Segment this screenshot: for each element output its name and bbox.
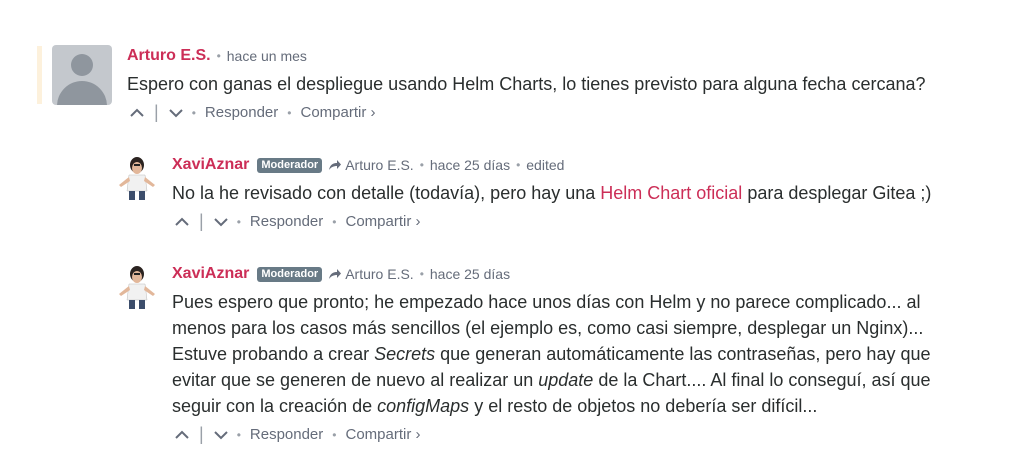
comment-footer: | • Responder • Compartir › [130,102,376,123]
downvote-button[interactable] [168,108,183,118]
chevron-down-icon [213,430,228,439]
chevron-up-icon [130,108,144,117]
vote-divider: | [199,211,204,231]
comment-text: Espero con ganas el despliegue usando He… [127,74,926,94]
upvote-button[interactable] [175,217,189,227]
comment-header: XaviAznar Moderador Arturo E.S. • hace 2… [172,265,511,283]
reply-arrow-icon [328,159,342,171]
moderator-badge: Moderador [257,157,323,173]
timestamp[interactable]: hace 25 días [430,266,510,282]
chevron-up-icon [175,217,189,226]
author-name[interactable]: XaviAznar [172,265,249,283]
downvote-button[interactable] [213,430,228,440]
reply-button[interactable]: Responder [205,104,278,121]
comment-header: XaviAznar Moderador Arturo E.S. • hace 2… [172,156,565,174]
author-name[interactable]: Arturo E.S. [127,47,211,65]
helm-chart-link[interactable]: Helm Chart oficial [600,183,742,203]
upvote-button[interactable] [130,108,144,118]
share-button[interactable]: Compartir › [300,104,375,121]
reply-arrow-icon [328,268,342,280]
timestamp[interactable]: hace 25 días [430,157,510,173]
avatar[interactable] [115,264,159,310]
reply-to-author[interactable]: Arturo E.S. [345,157,413,173]
chevron-down-icon [213,217,228,226]
moderator-badge: Moderador [257,266,323,282]
upvote-button[interactable] [175,430,189,440]
chevron-down-icon [168,108,183,117]
comment-footer: | • Responder • Compartir › [175,211,421,232]
share-button[interactable]: Compartir › [345,213,420,230]
author-name[interactable]: XaviAznar [172,156,249,174]
new-comment-indicator [37,46,42,104]
vote-divider: | [199,424,204,444]
reply-button[interactable]: Responder [250,213,323,230]
reply-button[interactable]: Responder [250,426,323,443]
reply-to-author[interactable]: Arturo E.S. [345,266,413,282]
timestamp[interactable]: hace un mes [227,48,307,64]
comment-header: Arturo E.S. • hace un mes [127,47,307,65]
avatar[interactable] [115,155,159,201]
comment-text: Pues espero que pronto; he empezado hace… [172,292,931,416]
chevron-up-icon [175,430,189,439]
edited-label: edited [526,157,565,173]
comment-footer: | • Responder • Compartir › [175,424,421,445]
avatar[interactable] [52,45,112,105]
downvote-button[interactable] [213,217,228,227]
vote-divider: | [154,102,159,122]
comment-text: No la he revisado con detalle (todavía),… [172,183,932,203]
share-button[interactable]: Compartir › [345,426,420,443]
